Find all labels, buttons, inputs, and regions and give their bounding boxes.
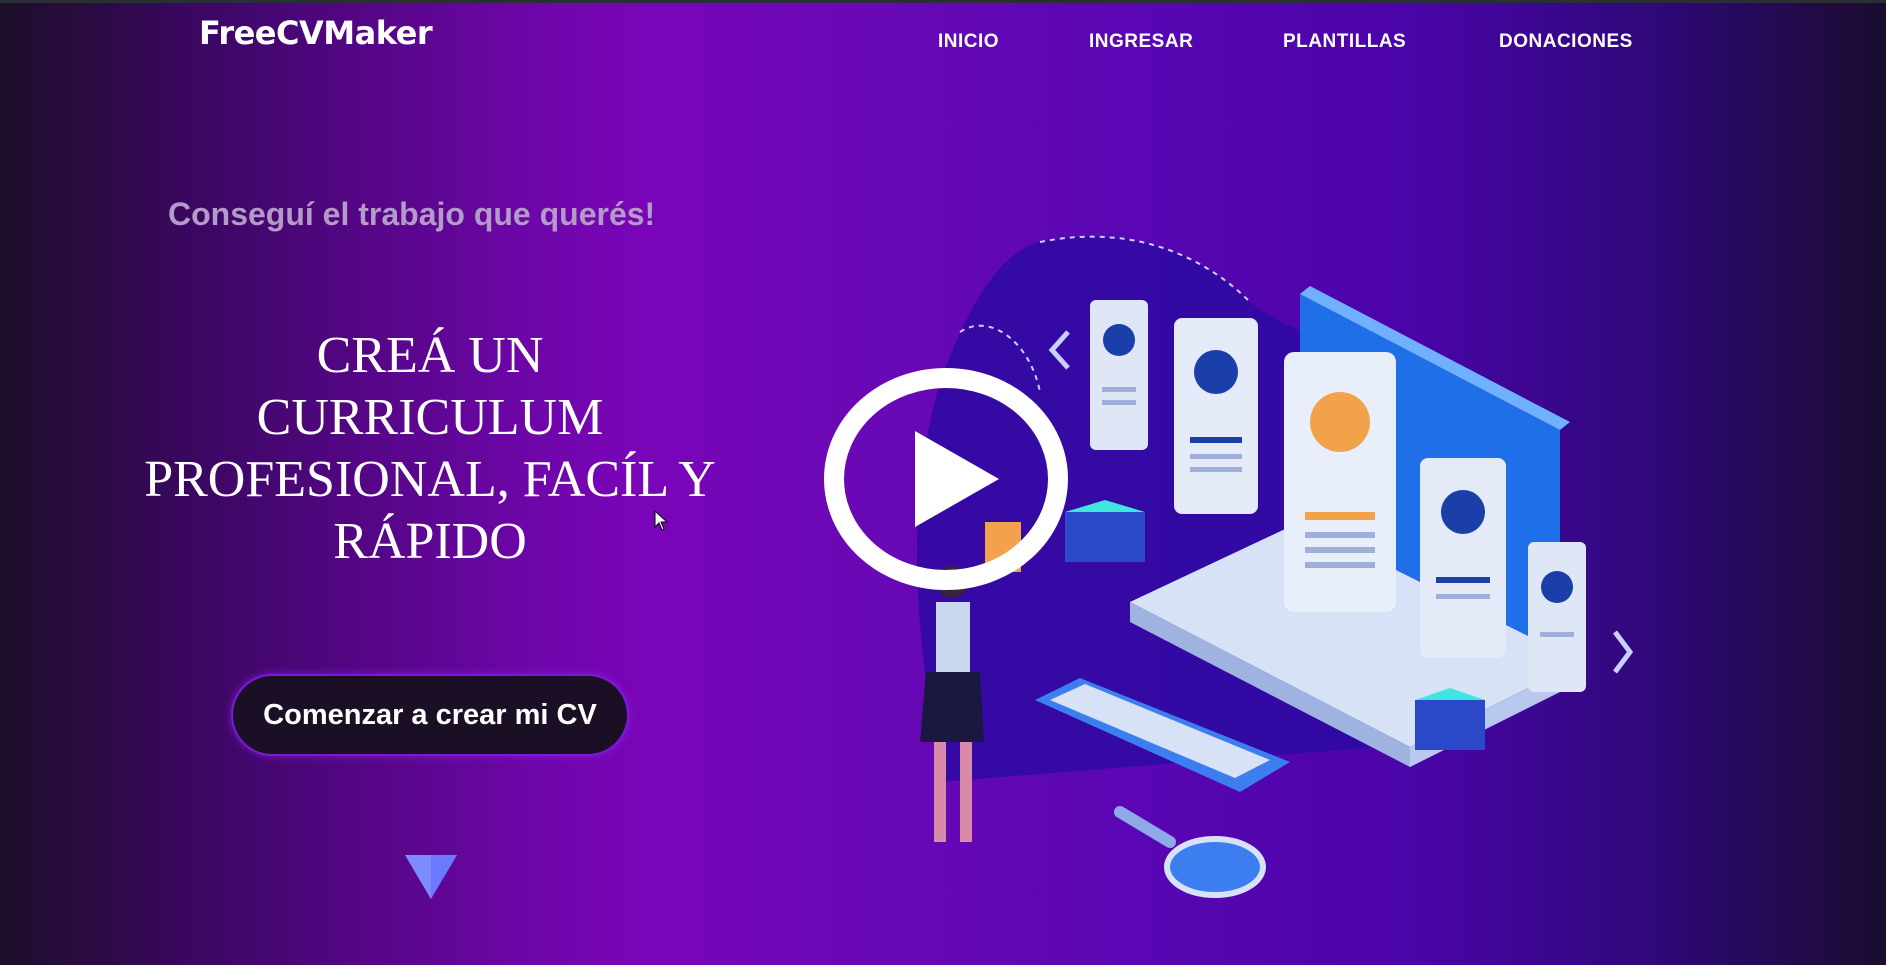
nav-ingresar[interactable]: INGRESAR — [1089, 31, 1193, 53]
window-top-border — [0, 0, 1886, 3]
nav-plantillas[interactable]: PLANTILLAS — [1283, 31, 1406, 53]
mouse-cursor-icon — [654, 510, 669, 531]
hero-headline: CREÁ UN CURRICULUM PROFESIONAL, FACÍL Y … — [110, 325, 750, 573]
logo[interactable]: FreeCVMaker — [199, 14, 433, 52]
start-cv-button[interactable]: Comenzar a crear mi CV — [233, 676, 627, 754]
headline-line: CURRICULUM — [256, 389, 604, 446]
headline-line: CREÁ UN — [316, 327, 544, 384]
play-icon[interactable] — [823, 367, 1069, 591]
chevron-down-icon[interactable] — [403, 853, 459, 901]
nav-donaciones[interactable]: DONACIONES — [1499, 31, 1633, 53]
nav-inicio[interactable]: INICIO — [938, 31, 999, 53]
headline-line: PROFESIONAL, FACÍL Y — [144, 451, 716, 508]
tagline: Conseguí el trabajo que querés! — [168, 196, 656, 232]
